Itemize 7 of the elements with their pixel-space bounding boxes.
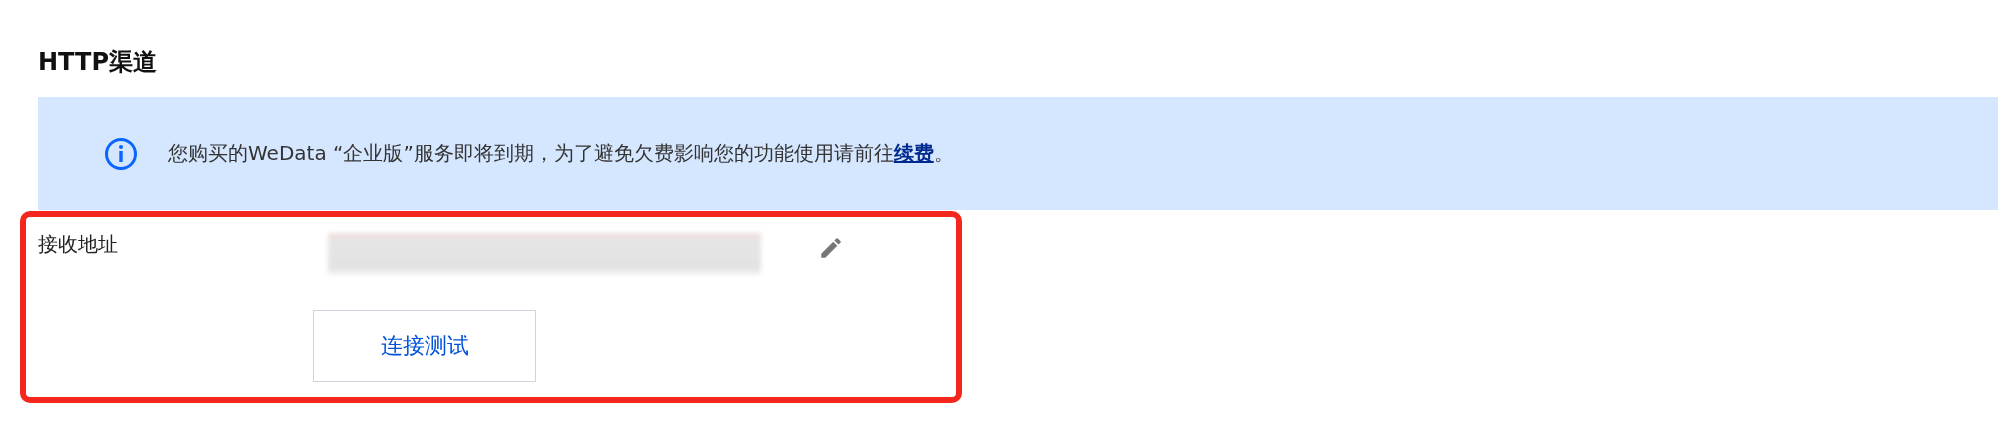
page-title: HTTP渠道 [38,47,157,78]
field-label: 接收地址 [38,231,119,258]
connection-test-button[interactable]: 连接测试 [313,310,536,382]
renew-link[interactable]: 续费 [893,141,934,165]
edit-icon[interactable] [818,235,844,261]
notice-text: 您购买的WeData “企业版”服务即将到期，为了避免欠费影响您的功能使用请前往续费。 [168,140,954,167]
info-icon [104,136,138,171]
